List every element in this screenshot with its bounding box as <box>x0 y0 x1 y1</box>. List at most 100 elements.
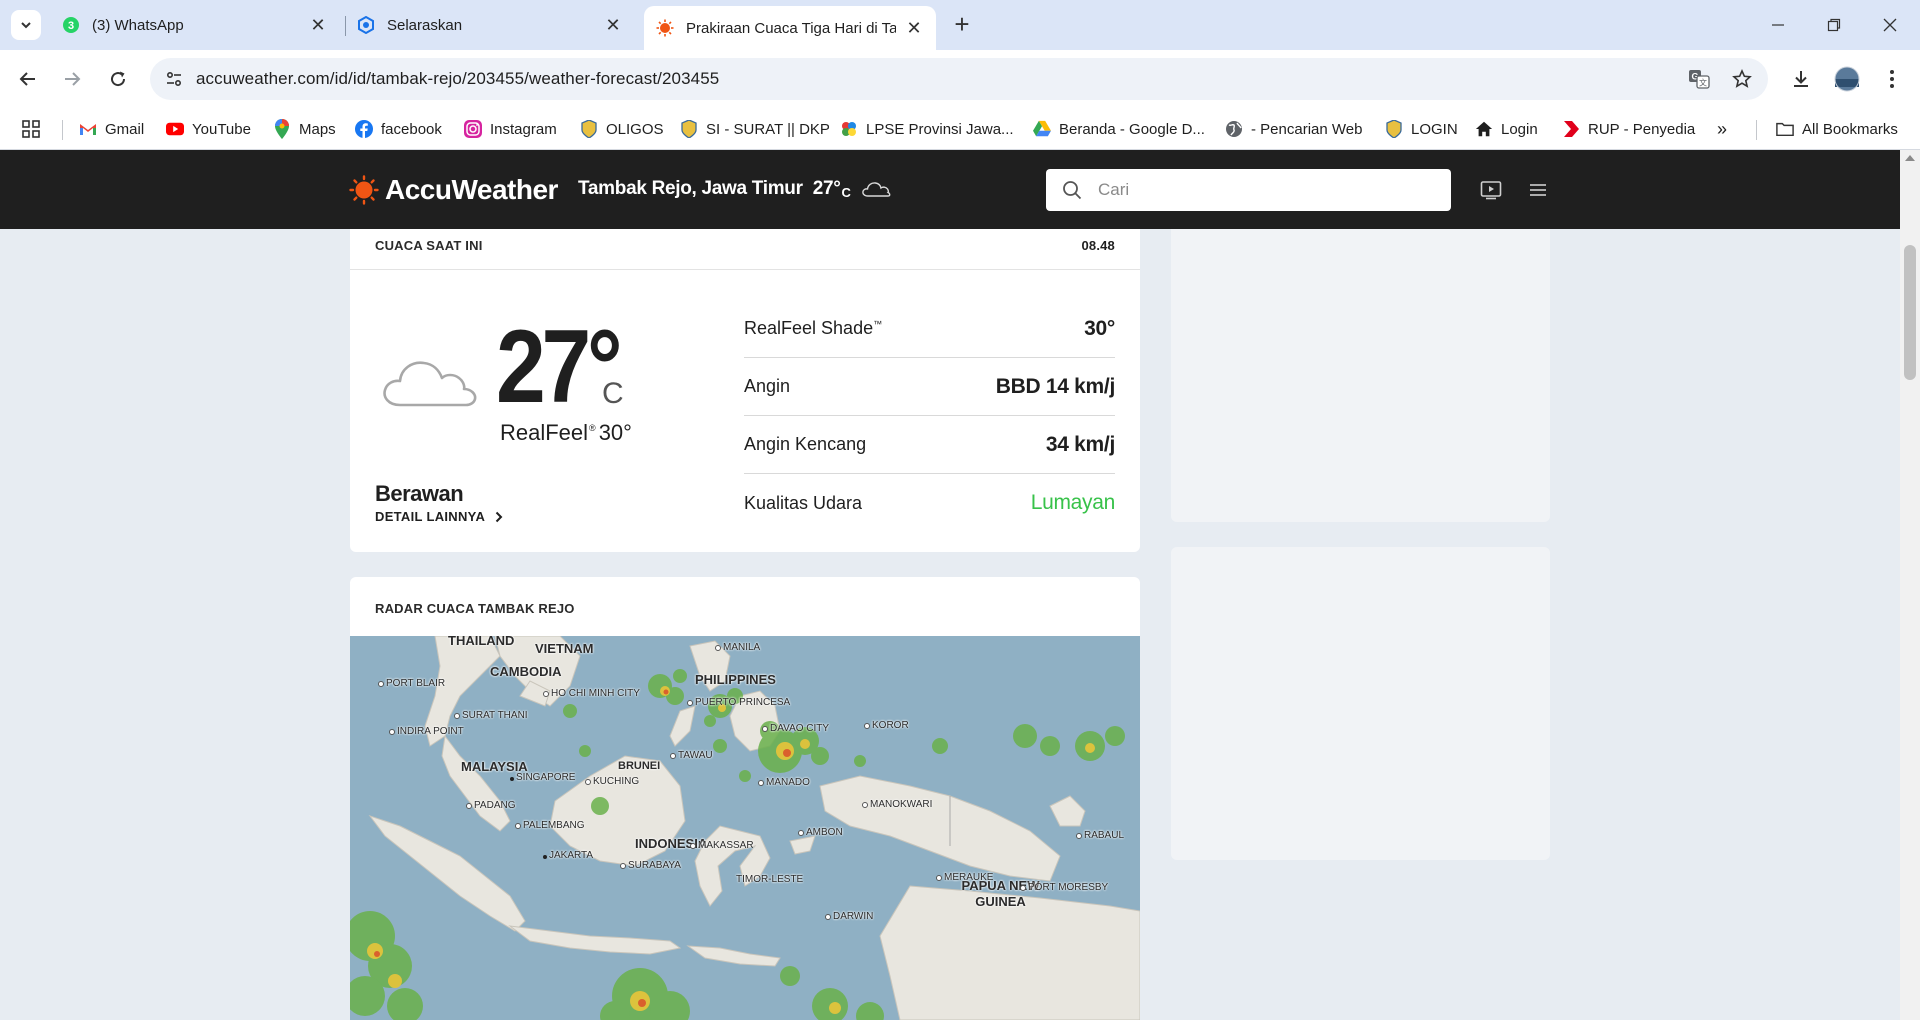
close-tab-icon[interactable]: ✕ <box>904 18 924 38</box>
bookmark-si-surat[interactable]: SI - SURAT || DKP <box>680 116 830 142</box>
detail-row-wind-gusts: Angin Kencang 34 km/j <box>744 416 1115 474</box>
current-weather-time: 08.48 <box>1081 238 1115 253</box>
bookmark-youtube[interactable]: YouTube <box>166 116 251 142</box>
bookmark-instagram[interactable]: Instagram <box>464 116 557 142</box>
map-label-city: TIMOR-LESTE <box>736 874 804 885</box>
accuweather-logo[interactable]: AccuWeather <box>349 174 558 206</box>
more-bookmarks-chevron-icon[interactable]: » <box>1717 116 1727 142</box>
address-bar[interactable]: accuweather.com/id/id/tambak-rejo/203455… <box>150 58 1768 100</box>
map-label-city: PADANG <box>466 800 516 811</box>
bookmark-label: Beranda - Google D... <box>1059 120 1205 138</box>
map-label-city: HO CHI MINH CITY <box>543 688 640 699</box>
radar-map[interactable]: THAILAND VIETNAM CAMBODIA PHILIPPINES MA… <box>350 636 1140 1020</box>
tab-search-button[interactable] <box>11 10 41 40</box>
bookmark-login[interactable]: Login <box>1475 116 1538 142</box>
detail-row-air-quality[interactable]: Kualitas Udara Lumayan <box>744 474 1115 532</box>
map-label-city: MANOKWARI <box>862 799 932 810</box>
tab-title: Prakiraan Cuaca Tiga Hari di Tar <box>686 19 896 37</box>
bookmark-star-icon[interactable] <box>1722 58 1762 100</box>
header-location[interactable]: Tambak Rejo, Jawa Timur 27° C <box>578 178 891 200</box>
back-button[interactable] <box>13 64 43 94</box>
browser-tab-strip: 3 (3) WhatsApp ✕ Selaraskan ✕ Prakiraan … <box>0 0 1920 50</box>
selaraskan-icon <box>357 16 375 34</box>
detail-label: Angin Kencang <box>744 434 867 454</box>
bookmark-pencarian-web[interactable]: - Pencarian Web <box>1225 116 1362 142</box>
bookmark-rup[interactable]: RUP - Penyedia <box>1562 116 1695 142</box>
bookmark-facebook[interactable]: facebook <box>355 116 442 142</box>
map-label-city: KUCHING <box>585 776 639 787</box>
lpse-icon <box>840 120 858 138</box>
map-label-city: KOROR <box>864 720 909 731</box>
map-label-city: DARWIN <box>825 911 873 922</box>
map-label-city: MERAUKE <box>936 872 993 883</box>
minimize-icon[interactable] <box>1758 10 1798 40</box>
bookmark-oligos[interactable]: OLIGOS <box>580 116 664 142</box>
brand-name: AccuWeather <box>385 174 558 205</box>
profile-avatar[interactable] <box>1831 64 1863 94</box>
bookmark-label: - Pencarian Web <box>1251 120 1363 138</box>
bookmark-login-emblem[interactable]: LOGIN <box>1385 116 1458 142</box>
forward-button[interactable] <box>57 64 87 94</box>
folder-icon <box>1776 120 1794 138</box>
bookmark-lpse[interactable]: LPSE Provinsi Jawa... <box>840 116 1014 142</box>
rup-icon <box>1562 120 1580 138</box>
more-details-link[interactable]: DETAIL LAINNYA <box>375 509 503 524</box>
globe-icon <box>1225 120 1243 138</box>
radar-map-graphic <box>350 636 1140 1020</box>
bookmark-label: OLIGOS <box>606 120 664 138</box>
map-label-country: BRUNEI <box>618 760 661 772</box>
more-details-label: DETAIL LAINNYA <box>375 509 486 524</box>
map-label-city: AMBON <box>798 827 843 838</box>
map-label-city: RABAUL <box>1076 830 1124 841</box>
search-box[interactable] <box>1046 169 1451 211</box>
video-icon[interactable] <box>1477 176 1505 204</box>
scrollbar-thumb[interactable] <box>1904 245 1916 380</box>
login-emblem-icon <box>1385 120 1403 138</box>
apps-grid-icon[interactable] <box>21 116 41 142</box>
map-label-country: CAMBODIA <box>490 664 562 679</box>
current-temperature: 27° <box>496 309 623 425</box>
map-label-city: MANILA <box>715 642 760 653</box>
svg-text:3: 3 <box>68 20 74 32</box>
close-tab-icon[interactable]: ✕ <box>603 15 623 35</box>
current-weather-details: RealFeel Shade™ 30° Angin BBD 14 km/j An… <box>744 300 1115 532</box>
hamburger-menu-icon[interactable] <box>1524 176 1552 204</box>
new-tab-button[interactable]: + <box>948 11 976 39</box>
realfeel-value: 30° <box>598 420 632 445</box>
translate-icon[interactable]: G文 <box>1679 58 1719 100</box>
home-icon <box>1475 120 1493 138</box>
tab-whatsapp[interactable]: 3 (3) WhatsApp ✕ <box>50 6 340 44</box>
scroll-up-arrow-icon[interactable] <box>1905 155 1915 161</box>
download-icon[interactable] <box>1785 64 1817 94</box>
map-label-city: SURAT THANI <box>454 710 528 721</box>
page-scrollbar[interactable] <box>1900 150 1920 1020</box>
bookmark-label: Login <box>1501 120 1538 138</box>
map-label-city: DAVAO CITY <box>762 723 829 734</box>
map-label-city: TAWAU <box>670 750 713 761</box>
close-tab-icon[interactable]: ✕ <box>308 15 328 35</box>
chevron-down-icon <box>21 22 31 29</box>
bookmark-google-drive[interactable]: Beranda - Google D... <box>1033 116 1205 142</box>
restore-icon[interactable] <box>1814 10 1854 40</box>
location-name: Tambak Rejo, Jawa Timur <box>578 178 803 199</box>
browser-menu-icon[interactable] <box>1876 64 1908 94</box>
bookmark-gmail[interactable]: Gmail <box>79 116 144 142</box>
bookmark-label: RUP - Penyedia <box>1588 120 1696 138</box>
cloud-icon <box>861 182 891 197</box>
map-label-city: SURABAYA <box>620 860 681 871</box>
search-input[interactable] <box>1098 180 1438 200</box>
site-info-icon[interactable] <box>154 59 194 99</box>
all-bookmarks-button[interactable]: All Bookmarks <box>1776 116 1898 142</box>
bookmark-label: Maps <box>299 120 336 138</box>
ad-placeholder-bottom <box>1171 547 1550 860</box>
tab-selaraskan[interactable]: Selaraskan ✕ <box>345 6 635 44</box>
close-window-icon[interactable] <box>1870 10 1910 40</box>
current-weather-card: CUACA SAAT INI 08.48 27° C RealFeel ® 30° … <box>350 222 1140 552</box>
map-label-country: PHILIPPINES <box>695 672 776 687</box>
detail-row-wind: Angin BBD 14 km/j <box>744 358 1115 416</box>
detail-row-realfeel-shade: RealFeel Shade™ 30° <box>744 300 1115 358</box>
reload-button[interactable] <box>103 64 133 94</box>
tab-accuweather[interactable]: Prakiraan Cuaca Tiga Hari di Tar ✕ <box>644 6 936 50</box>
youtube-icon <box>166 120 184 138</box>
bookmark-maps[interactable]: Maps <box>273 116 336 142</box>
